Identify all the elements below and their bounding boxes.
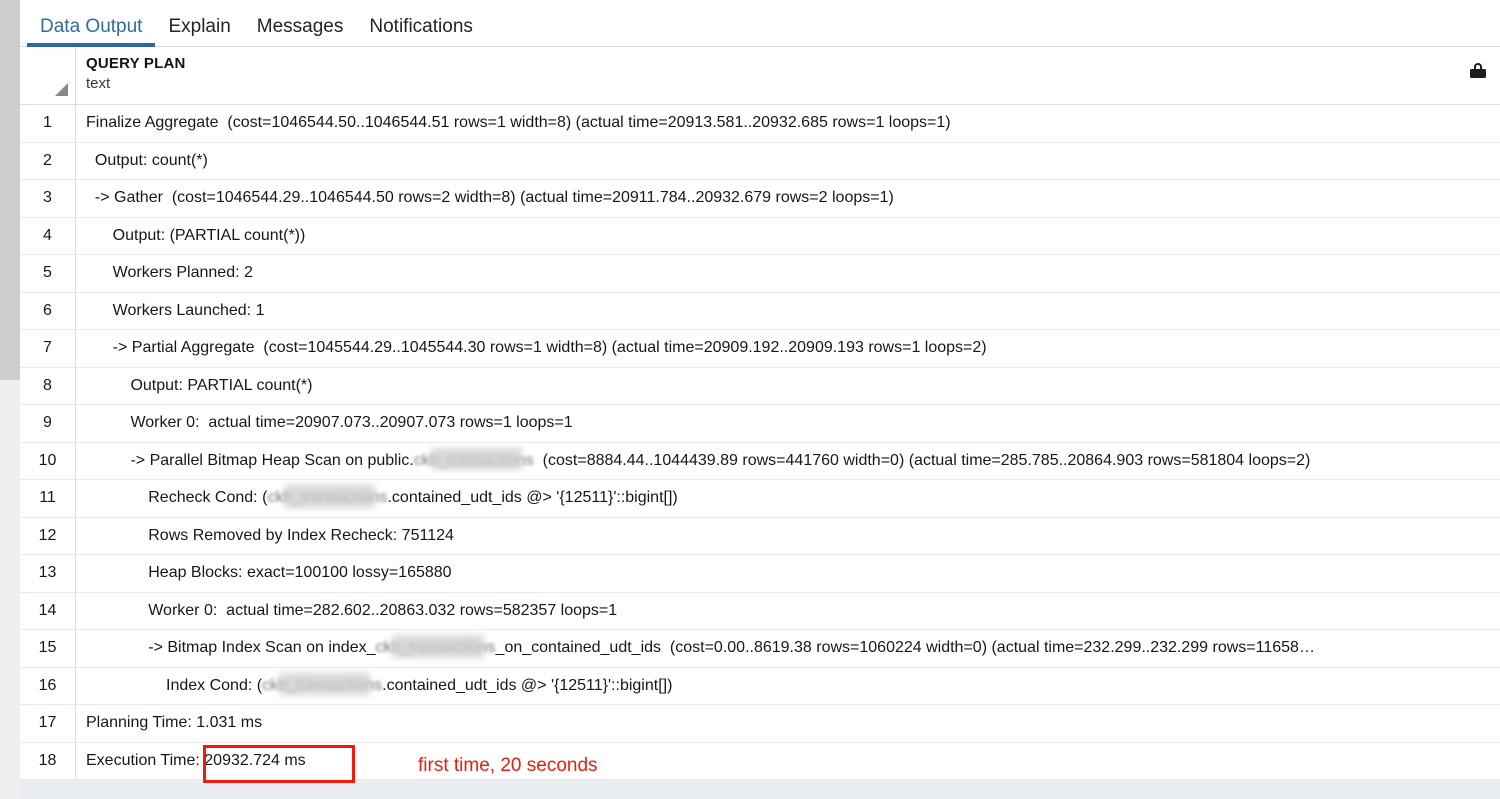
query-plan-cell[interactable]: Worker 0: actual time=282.602..20863.032… (76, 593, 1500, 630)
query-plan-cell[interactable]: Planning Time: 1.031 ms (76, 705, 1500, 742)
query-plan-cell[interactable]: Workers Planned: 2 (76, 255, 1500, 292)
redacted-table-name: ckb_transactions (262, 668, 382, 705)
row-number[interactable]: 7 (20, 330, 76, 367)
row-number[interactable]: 1 (20, 105, 76, 142)
query-result-panel: Data Output Explain Messages Notifications … (0, 0, 1500, 799)
query-plan-cell[interactable]: -> Parallel Bitmap Heap Scan on public.c… (76, 443, 1500, 480)
data-output-grid: QUERY PLAN text 1 Finalize Aggregate (cos… (20, 47, 1500, 799)
tab-messages[interactable]: Messages (244, 17, 357, 47)
query-plan-cell[interactable]: Heap Blocks: exact=100100 lossy=165880 (76, 555, 1500, 592)
cell-text-suffix: .contained_udt_ids @> '{12511}'::bigint[… (382, 676, 673, 694)
table-row[interactable]: 12 Rows Removed by Index Recheck: 751124 (20, 517, 1500, 555)
table-row[interactable]: 9 Worker 0: actual time=20907.073..20907… (20, 405, 1500, 443)
query-plan-cell[interactable]: Finalize Aggregate (cost=1046544.50..104… (76, 105, 1500, 142)
table-row[interactable]: 5 Workers Planned: 2 (20, 255, 1500, 293)
tab-data-output[interactable]: Data Output (27, 17, 156, 47)
query-plan-cell[interactable]: Execution Time: 20932.724 ms (76, 743, 1500, 780)
row-number[interactable]: 10 (20, 442, 76, 479)
result-tabstrip: Data Output Explain Messages Notifications (0, 0, 1500, 47)
row-number[interactable]: 8 (20, 367, 76, 404)
redacted-table-name: ckb_transactions (375, 630, 495, 667)
cell-text-prefix: Recheck Cond: ( (86, 489, 268, 506)
table-row[interactable]: 10 -> Parallel Bitmap Heap Scan on publi… (20, 442, 1500, 480)
query-plan-cell[interactable]: Recheck Cond: (ckb_transactions.containe… (76, 480, 1500, 517)
query-plan-cell[interactable]: Rows Removed by Index Recheck: 751124 (76, 518, 1500, 555)
query-plan-cell[interactable]: Output: count(*) (76, 143, 1500, 180)
table-row[interactable]: 7 -> Partial Aggregate (cost=1045544.29.… (20, 330, 1500, 368)
query-plan-cell[interactable]: Worker 0: actual time=20907.073..20907.0… (76, 405, 1500, 442)
row-number[interactable]: 4 (20, 217, 76, 254)
query-plan-cell[interactable]: Output: PARTIAL count(*) (76, 368, 1500, 405)
grid-footer-strip (20, 780, 1500, 799)
row-number[interactable]: 5 (20, 255, 76, 292)
query-plan-cell[interactable]: Index Cond: (ckb_transactions.contained_… (76, 668, 1500, 705)
cell-text-prefix: Index Cond: ( (86, 676, 263, 694)
cell-text-suffix: _on_contained_udt_ids (cost=0.00..8619.3… (495, 639, 1315, 656)
table-row[interactable]: 18 Execution Time: 20932.724 ms (20, 742, 1500, 780)
column-header-query-plan[interactable]: QUERY PLAN text (76, 47, 1500, 104)
table-row[interactable]: 1 Finalize Aggregate (cost=1046544.50..10… (20, 105, 1500, 143)
table-row[interactable]: 3 -> Gather (cost=1046544.29..1046544.50… (20, 180, 1500, 218)
table-row[interactable]: 2 Output: count(*) (20, 142, 1500, 180)
query-plan-cell[interactable]: -> Gather (cost=1046544.29..1046544.50 r… (76, 180, 1500, 217)
row-number[interactable]: 15 (20, 630, 76, 667)
tab-explain[interactable]: Explain (155, 17, 243, 47)
row-number[interactable]: 14 (20, 592, 76, 629)
query-plan-cell[interactable]: -> Bitmap Index Scan on index_ckb_transa… (76, 630, 1500, 667)
row-number[interactable]: 12 (20, 517, 76, 554)
grid-body: 1 Finalize Aggregate (cost=1046544.50..10… (20, 105, 1500, 780)
row-number[interactable]: 13 (20, 555, 76, 592)
table-row[interactable]: 6 Workers Launched: 1 (20, 292, 1500, 330)
table-row[interactable]: 16 Index Cond: (ckb_transactions.contain… (20, 667, 1500, 705)
redacted-table-name: ckb_transactions (414, 443, 534, 480)
table-row[interactable]: 11 Recheck Cond: (ckb_transactions.conta… (20, 480, 1500, 518)
cell-text-suffix: .contained_udt_ids @> '{12511}'::bigint[… (387, 489, 678, 506)
table-row[interactable]: 17 Planning Time: 1.031 ms (20, 705, 1500, 743)
redacted-table-name: ckb_transactions (267, 480, 387, 517)
table-row[interactable]: 13 Heap Blocks: exact=100100 lossy=16588… (20, 555, 1500, 593)
lock-icon (1470, 63, 1486, 78)
scrollbar-thumb[interactable] (0, 0, 20, 380)
query-plan-cell[interactable]: Workers Launched: 1 (76, 293, 1500, 330)
grid-header-row: QUERY PLAN text (20, 47, 1500, 105)
table-row[interactable]: 15 -> Bitmap Index Scan on index_ckb_tra… (20, 630, 1500, 668)
vertical-scrollbar[interactable] (0, 0, 20, 799)
table-row[interactable]: 4 Output: (PARTIAL count(*)) (20, 217, 1500, 255)
query-plan-cell[interactable]: -> Partial Aggregate (cost=1045544.29..1… (76, 330, 1500, 367)
row-number[interactable]: 11 (20, 480, 76, 517)
row-number[interactable]: 16 (20, 667, 76, 704)
cell-text-suffix: (cost=8884.44..1044439.89 rows=441760 wi… (533, 451, 1311, 469)
column-header-type: text (86, 75, 111, 93)
select-all-cell[interactable] (20, 47, 76, 104)
table-row[interactable]: 8 Output: PARTIAL count(*) (20, 367, 1500, 405)
row-number[interactable]: 6 (20, 292, 76, 329)
row-number[interactable]: 9 (20, 405, 76, 442)
select-all-triangle-icon (55, 83, 68, 96)
table-row[interactable]: 14 Worker 0: actual time=282.602..20863.… (20, 592, 1500, 630)
tab-notifications[interactable]: Notifications (356, 17, 486, 47)
annotation-note: first time, 20 seconds (418, 755, 598, 776)
row-number[interactable]: 18 (20, 742, 76, 779)
row-number[interactable]: 17 (20, 705, 76, 742)
cell-text-prefix: -> Bitmap Index Scan on index_ (86, 639, 376, 656)
row-number[interactable]: 2 (20, 142, 76, 179)
column-header-name: QUERY PLAN (86, 55, 186, 72)
row-number[interactable]: 3 (20, 180, 76, 217)
query-plan-cell[interactable]: Output: (PARTIAL count(*)) (76, 218, 1500, 255)
cell-text-prefix: -> Parallel Bitmap Heap Scan on public. (86, 451, 414, 469)
